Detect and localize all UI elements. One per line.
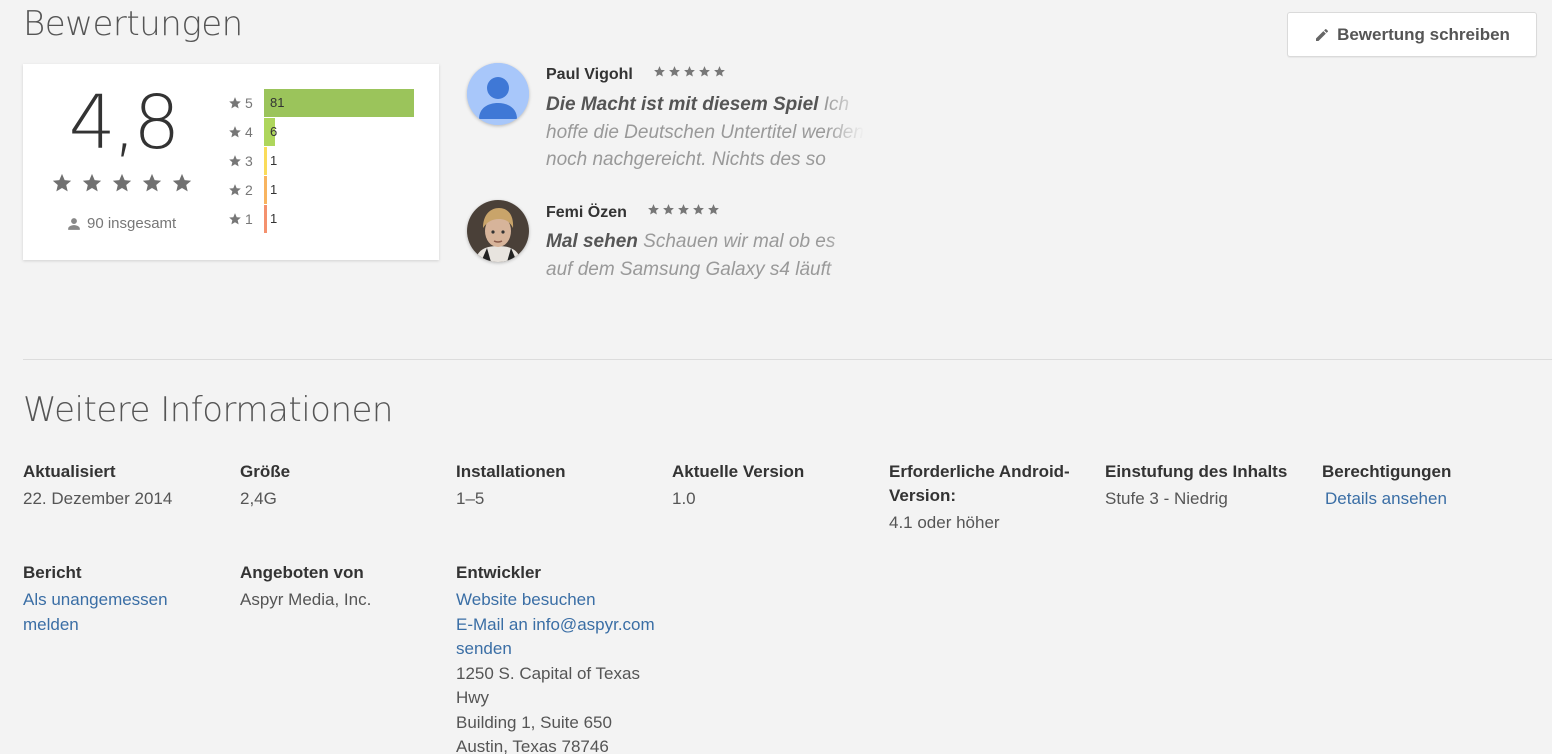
info-value: 1–5	[456, 489, 485, 508]
info-value: 2,4G	[240, 489, 277, 508]
info-label: Einstufung des Inhalts	[1105, 462, 1288, 481]
info-label: Angeboten von	[240, 563, 364, 582]
review-header: Paul Vigohl	[546, 65, 726, 84]
histogram-count: 6	[270, 124, 278, 139]
info-label: Installationen	[456, 462, 566, 481]
developer-website-link[interactable]: Website besuchen	[456, 588, 656, 613]
reviewer-name[interactable]: Femi Özen	[546, 204, 627, 221]
info-android: Erforderliche Android-Version: 4.1 oder …	[889, 460, 1071, 536]
section-divider	[23, 359, 1552, 360]
total-ratings-label: 90 insgesamt	[87, 215, 177, 232]
user-photo-icon	[467, 200, 529, 262]
star-icon	[229, 184, 241, 196]
review-body[interactable]: Mal sehen Schauen wir mal ob es auf dem …	[546, 228, 864, 284]
star-icon	[699, 66, 711, 77]
info-size: Größe 2,4G	[240, 460, 440, 512]
developer-address-line: 1250 S. Capital of Texas Hwy	[456, 663, 640, 708]
review-title: Mal sehen	[546, 231, 638, 252]
histogram-row-4: 4 6	[228, 118, 277, 146]
star-icon	[229, 97, 241, 109]
histogram-row-2: 2 1	[228, 176, 277, 204]
permissions-details-link[interactable]: Details ansehen	[1325, 487, 1522, 512]
write-review-button[interactable]: Bewertung schreiben	[1287, 12, 1537, 57]
write-review-label: Bewertung schreiben	[1337, 24, 1510, 44]
review-header: Femi Özen	[546, 203, 720, 222]
info-label: Aktualisiert	[23, 462, 116, 481]
info-value: 22. Dezember 2014	[23, 489, 173, 508]
info-label: Berechtigungen	[1322, 462, 1452, 481]
histogram-star-label: 3	[245, 153, 253, 169]
star-icon	[654, 66, 666, 77]
histogram-count: 1	[270, 153, 278, 168]
info-developer: Entwickler Website besuchen E-Mail an in…	[456, 561, 656, 754]
star-icon	[82, 173, 102, 192]
star-icon	[684, 66, 696, 77]
histogram-bar	[264, 176, 267, 204]
star-icon	[229, 126, 241, 138]
histogram-count: 1	[270, 211, 278, 226]
reviewer-avatar[interactable]	[467, 200, 529, 262]
star-icon	[714, 66, 726, 77]
star-icon	[112, 173, 132, 192]
star-icon	[678, 204, 690, 215]
reviewer-name[interactable]: Paul Vigohl	[546, 66, 633, 83]
total-ratings: 90 insgesamt	[67, 215, 176, 232]
info-label: Größe	[240, 462, 291, 481]
rating-summary-card: 4,8 90 insgesamt 5 81 4 6 3 1 2 1 1 1	[23, 64, 439, 260]
info-label: Entwickler	[456, 563, 542, 582]
average-score: 4,8	[68, 80, 181, 166]
histogram-star-label: 2	[245, 182, 253, 198]
info-value: Aspyr Media, Inc.	[240, 590, 372, 609]
star-icon	[172, 173, 192, 192]
histogram-star-label: 1	[245, 211, 253, 227]
ratings-title: Bewertungen	[23, 4, 243, 44]
star-icon	[708, 204, 720, 215]
star-icon	[229, 213, 241, 225]
info-installs: Installationen 1–5	[456, 460, 656, 512]
review-body[interactable]: Die Macht ist mit diesem Spiel Ich hoffe…	[546, 91, 864, 174]
histogram-bar	[264, 205, 267, 233]
star-icon	[142, 173, 162, 192]
developer-address-line: Building 1, Suite 650	[456, 712, 612, 732]
info-value: 4.1 oder höher	[889, 513, 1000, 532]
histogram-bar	[264, 147, 267, 175]
info-label: Erforderliche Android-Version:	[889, 462, 1070, 505]
histogram-row-1: 1 1	[228, 205, 277, 233]
info-label: Aktuelle Version	[672, 462, 805, 481]
average-stars	[51, 172, 193, 194]
histogram-star-label: 4	[245, 124, 253, 140]
histogram-row-3: 3 1	[228, 147, 277, 175]
star-icon	[663, 204, 675, 215]
info-value: Stufe 3 - Niedrig	[1105, 489, 1228, 508]
info-title: Weitere Informationen	[23, 390, 393, 430]
info-value: 1.0	[672, 489, 696, 508]
star-icon	[669, 66, 681, 77]
info-content-rating: Einstufung des Inhalts Stufe 3 - Niedrig	[1105, 460, 1305, 512]
star-icon	[52, 173, 72, 192]
star-icon	[693, 204, 705, 215]
developer-address-line: Austin, Texas 78746	[456, 737, 609, 754]
star-icon	[229, 155, 241, 167]
review-stars	[653, 65, 726, 78]
report-inappropriate-link[interactable]: Als unangemessen melden	[23, 588, 203, 637]
histogram-star-label: 5	[245, 95, 253, 111]
histogram-bar	[264, 89, 414, 117]
pencil-icon	[1314, 27, 1330, 43]
developer-email-link[interactable]: E-Mail an info@aspyr.com senden	[456, 613, 656, 662]
histogram-row-5: 5 81	[228, 89, 414, 117]
person-icon	[68, 217, 80, 230]
default-avatar-icon	[467, 63, 529, 125]
reviewer-avatar[interactable]	[467, 63, 529, 125]
review-title: Die Macht ist mit diesem Spiel	[546, 94, 819, 115]
histogram-count: 1	[270, 182, 278, 197]
info-report: Bericht Als unangemessen melden	[23, 561, 203, 637]
info-offered-by: Angeboten von Aspyr Media, Inc.	[240, 561, 440, 613]
info-permissions: Berechtigungen Details ansehen	[1322, 460, 1522, 512]
star-icon	[648, 204, 660, 215]
histogram-count: 81	[270, 95, 285, 110]
review-stars	[647, 203, 720, 216]
info-updated: Aktualisiert 22. Dezember 2014	[23, 460, 223, 512]
info-version: Aktuelle Version 1.0	[672, 460, 872, 512]
info-label: Bericht	[23, 563, 82, 582]
